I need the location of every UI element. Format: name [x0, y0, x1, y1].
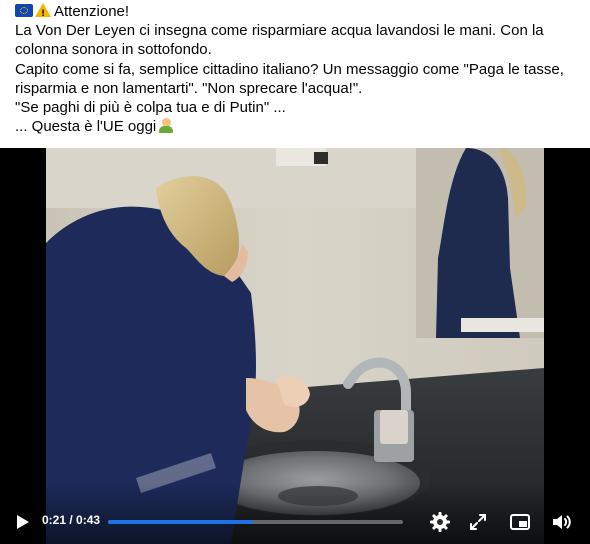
settings-button[interactable]: [428, 510, 452, 534]
eu-flag-icon: [15, 4, 33, 17]
post-line-6: "Se paghi di più è colpa tua e di Putin"…: [15, 99, 286, 117]
soap-dispenser-window: [380, 410, 408, 444]
warning-icon: [35, 3, 51, 24]
post-line-4: Capito come si fa, semplice cittadino it…: [15, 60, 564, 78]
fullscreen-icon: [470, 514, 486, 530]
post-heading: Attenzione!: [54, 3, 130, 20]
time-display: 0:21 / 0:43: [42, 513, 101, 527]
fullscreen-button[interactable]: [466, 510, 490, 534]
volume-button[interactable]: [550, 510, 574, 534]
video-player[interactable]: 0:21 / 0:43: [0, 148, 590, 544]
video-controls: 0:21 / 0:43: [0, 500, 590, 544]
post-line-7: ... Questa è l'UE oggi: [15, 117, 580, 136]
volume-icon: [553, 515, 571, 529]
facepalm-icon: [159, 118, 174, 134]
post-text: Attenzione! La Von Der Leyen ci insegna …: [15, 2, 580, 136]
progress-fill: [108, 520, 253, 524]
play-button[interactable]: [12, 512, 32, 532]
post-closing-text: ... Questa è l'UE oggi: [15, 118, 157, 136]
post-line-1: Attenzione!: [15, 2, 580, 24]
progress-bar[interactable]: [108, 520, 403, 524]
wall-fixture-dark: [314, 152, 328, 164]
settings-gear-icon: [430, 512, 450, 532]
picture-in-picture-icon: [510, 514, 530, 530]
mirror-shelf: [461, 318, 544, 332]
post-line-2: La Von Der Leyen ci insegna come risparm…: [15, 22, 544, 40]
play-icon: [17, 515, 29, 529]
picture-in-picture-button[interactable]: [508, 510, 532, 534]
post-line-3: colonna sonora in sottofondo.: [15, 41, 212, 59]
post-line-5: risparmia e non lamentarti". "Non spreca…: [15, 79, 363, 97]
